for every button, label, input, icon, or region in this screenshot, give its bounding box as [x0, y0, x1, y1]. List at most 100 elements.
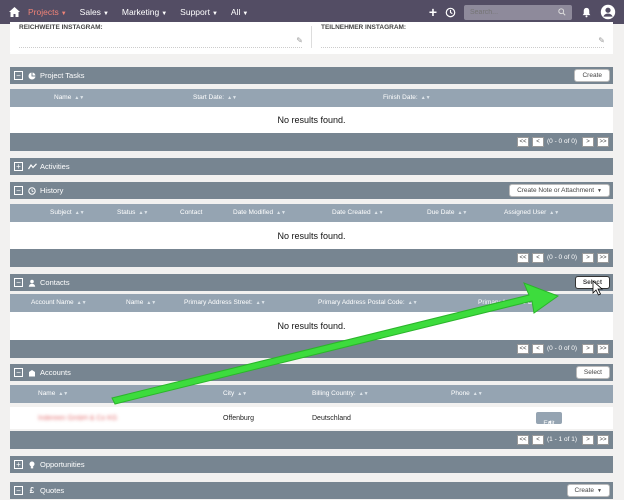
column-header[interactable]: Status ▲▼	[117, 209, 148, 216]
column-header[interactable]: Date Created ▲▼	[332, 209, 384, 216]
field-teilnehmer-instagram: TEILNEHMER INSTAGRAM: ✎	[312, 22, 613, 54]
column-header[interactable]: Primary Address City	[478, 299, 539, 306]
subpanel-title: Accounts	[40, 368, 71, 377]
column-header[interactable]: Finish Date: ▲▼	[383, 94, 431, 101]
select-button[interactable]: Select	[575, 366, 610, 379]
global-search-box[interactable]	[464, 4, 572, 20]
collapse-toggle-button[interactable]: −	[14, 368, 23, 377]
prev-page-button[interactable]: <	[532, 137, 544, 147]
next-page-button[interactable]: >	[582, 253, 594, 263]
column-header[interactable]: Assigned User ▲▼	[504, 209, 559, 216]
subpanel-title: Contacts	[40, 278, 70, 287]
pagination-bar: << < (0 - 0 of 0) > >>	[10, 249, 613, 267]
column-header-row: Name ▲▼ City ▲▼ Billing Country: ▲▼ Phone ▲▼	[10, 385, 613, 403]
pencil-edit-icon[interactable]: ✎	[296, 36, 303, 45]
column-header[interactable]: City ▲▼	[223, 390, 247, 397]
next-page-button[interactable]: >	[582, 435, 594, 445]
expand-toggle-button[interactable]: +	[14, 460, 23, 469]
field-value-line	[321, 47, 604, 48]
create-button[interactable]: Create	[574, 69, 610, 82]
account-name-link[interactable]: Indereen GmbH & Co KG	[38, 415, 117, 422]
first-page-button[interactable]: <<	[517, 435, 529, 445]
last-page-button[interactable]: >>	[597, 344, 609, 354]
next-page-button[interactable]: >	[582, 137, 594, 147]
column-header-row: Name ▲▼ Start Date: ▲▼ Finish Date: ▲▼	[10, 89, 613, 107]
sort-arrows-icon: ▲▼	[138, 210, 149, 216]
sort-arrows-icon: ▲▼	[255, 300, 266, 306]
user-avatar-icon[interactable]	[600, 4, 616, 20]
subpanel-header-accounts[interactable]: − Accounts Select	[10, 364, 613, 381]
column-header[interactable]: Phone ▲▼	[451, 390, 483, 397]
empty-results-message: No results found.	[10, 312, 613, 340]
sort-arrows-icon: ▲▼	[146, 300, 157, 306]
column-header[interactable]: Account Name ▲▼	[31, 299, 87, 306]
column-header: Contact	[180, 209, 203, 216]
chevron-down-icon: ▼	[102, 11, 109, 17]
chevron-down-icon: ▼	[597, 487, 602, 494]
quick-create-plus-icon[interactable]: +	[429, 5, 437, 19]
column-header[interactable]: Name ▲▼	[38, 390, 68, 397]
collapse-toggle-button[interactable]: −	[14, 71, 23, 80]
nav-support[interactable]: Support ▼	[180, 7, 218, 17]
field-label: REICHWEITE INSTAGRAM:	[19, 24, 103, 31]
column-header[interactable]: Due Date ▲▼	[427, 209, 467, 216]
column-header-row: Account Name ▲▼ Name ▲▼ Primary Address St…	[10, 294, 613, 312]
contacts-person-icon	[27, 279, 37, 287]
chevron-down-icon: ▼	[60, 11, 67, 17]
quotes-pound-icon: £	[29, 486, 35, 495]
create-note-or-attachment-button[interactable]: Create Note or Attachment ▼	[509, 184, 610, 197]
accounts-building-icon	[27, 369, 37, 377]
city-cell: Offenburg	[223, 415, 255, 422]
subpanel-header-project-tasks[interactable]: − Project Tasks Create	[10, 67, 613, 84]
column-header[interactable]: Date Modified ▲▼	[233, 209, 286, 216]
sort-arrows-icon: ▲▼	[276, 210, 287, 216]
create-button[interactable]: Create ▼	[566, 484, 610, 497]
column-header-row: Subject ▲▼ Status ▲▼ Contact Date Modified…	[10, 204, 613, 222]
collapse-toggle-button[interactable]: −	[14, 486, 23, 495]
column-header[interactable]: Subject ▲▼	[50, 209, 85, 216]
home-icon[interactable]	[0, 0, 28, 24]
column-header[interactable]: Primary Address Street: ▲▼	[184, 299, 266, 306]
last-page-button[interactable]: >>	[597, 253, 609, 263]
edit-row-button[interactable]: Edit ▼	[536, 412, 562, 427]
select-button[interactable]: Select	[574, 276, 610, 289]
search-input[interactable]	[470, 8, 558, 16]
pagination-bar: << < (0 - 0 of 0) > >>	[10, 340, 613, 358]
column-header[interactable]: Name ▲▼	[126, 299, 156, 306]
notification-bell-icon[interactable]	[581, 7, 592, 18]
collapse-toggle-button[interactable]: −	[14, 186, 23, 195]
sort-arrows-icon: ▲▼	[58, 391, 69, 397]
nav-sales[interactable]: Sales ▼	[80, 7, 109, 17]
sort-arrows-icon: ▲▼	[74, 95, 85, 101]
column-header[interactable]: Name ▲▼	[54, 94, 84, 101]
prev-page-button[interactable]: <	[532, 435, 544, 445]
subpanel-header-history[interactable]: − History Create Note or Attachment ▼	[10, 182, 613, 199]
prev-page-button[interactable]: <	[532, 253, 544, 263]
nav-marketing[interactable]: Marketing ▼	[122, 7, 167, 17]
collapse-toggle-button[interactable]: −	[14, 278, 23, 287]
activities-icon	[27, 163, 37, 170]
last-page-button[interactable]: >>	[597, 435, 609, 445]
sort-arrows-icon: ▲▼	[457, 210, 468, 216]
pencil-edit-icon[interactable]: ✎	[598, 36, 605, 45]
subpanel-header-quotes[interactable]: − £ Quotes Create ▼	[10, 482, 613, 499]
recently-viewed-history-icon[interactable]	[445, 7, 456, 18]
first-page-button[interactable]: <<	[517, 137, 529, 147]
search-icon[interactable]	[558, 8, 566, 16]
column-header[interactable]: Start Date: ▲▼	[193, 94, 237, 101]
nav-projects[interactable]: Projects ▼	[28, 7, 67, 17]
subpanel-header-contacts[interactable]: − Contacts Select	[10, 274, 613, 291]
column-header[interactable]: Billing Country: ▲▼	[312, 390, 369, 397]
column-header[interactable]: Primary Address Postal Code: ▲▼	[318, 299, 418, 306]
subpanel-header-opportunities[interactable]: + Opportunities	[10, 456, 613, 473]
first-page-button[interactable]: <<	[517, 253, 529, 263]
prev-page-button[interactable]: <	[532, 344, 544, 354]
next-page-button[interactable]: >	[582, 344, 594, 354]
expand-toggle-button[interactable]: +	[14, 162, 23, 171]
nav-all[interactable]: All ▼	[231, 7, 248, 17]
first-page-button[interactable]: <<	[517, 344, 529, 354]
subpanel-header-activities[interactable]: + Activities	[10, 158, 613, 175]
last-page-button[interactable]: >>	[597, 137, 609, 147]
subpanel-title: Project Tasks	[40, 71, 85, 80]
table-row: Indereen GmbH & Co KG Offenburg Deutschl…	[10, 407, 613, 429]
